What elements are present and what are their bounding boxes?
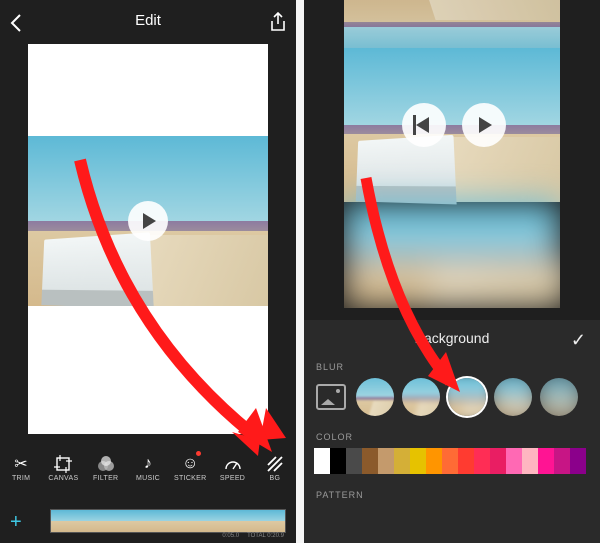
color-swatch-2[interactable] [346, 448, 362, 474]
color-swatch-4[interactable] [378, 448, 394, 474]
blur-option-0[interactable] [356, 378, 394, 416]
color-swatch-1[interactable] [330, 448, 346, 474]
color-swatch-6[interactable] [410, 448, 426, 474]
color-swatch-10[interactable] [474, 448, 490, 474]
section-blur-label: BLUR [316, 362, 600, 372]
tool-filter[interactable]: FILTER [85, 453, 127, 503]
mirror-bottom [344, 202, 560, 308]
color-swatch-13[interactable] [522, 448, 538, 474]
blur-option-2[interactable] [448, 378, 486, 416]
panel-title: Background [304, 320, 600, 346]
timeline-labels: 0:05.0TOTAL 0:20.9 [214, 533, 284, 539]
color-swatches [314, 448, 600, 474]
clip-strip[interactable] [50, 509, 286, 533]
tool-sticker[interactable]: ☺ STICKER [169, 453, 211, 503]
share-button[interactable] [270, 12, 286, 37]
color-swatch-14[interactable] [538, 448, 554, 474]
crop-icon [42, 453, 84, 475]
gauge-icon [211, 453, 253, 475]
video-preview-bg [344, 0, 560, 308]
video-preview [28, 44, 268, 434]
blur-option-1[interactable] [402, 378, 440, 416]
top-bar: Edit [0, 0, 296, 44]
color-swatch-5[interactable] [394, 448, 410, 474]
confirm-button[interactable]: ✓ [571, 330, 586, 351]
screen-background: Background ✓ BLUR COLOR PATTERN [304, 0, 600, 543]
note-icon: ♪ [127, 453, 169, 475]
tool-canvas[interactable]: CANVAS [42, 453, 84, 503]
color-swatch-7[interactable] [426, 448, 442, 474]
pick-image-button[interactable] [316, 384, 346, 410]
tool-speed[interactable]: SPEED [211, 453, 253, 503]
prev-clip-button[interactable] [402, 103, 446, 147]
video-frame [344, 48, 560, 202]
tool-bar: ✂ TRIM CANVAS FILTER ♪ MUSIC ☺ STICKER S… [0, 453, 296, 503]
blur-row [314, 378, 600, 416]
overlap-icon [85, 453, 127, 475]
tool-bg[interactable]: BG [254, 453, 296, 503]
color-swatch-9[interactable] [458, 448, 474, 474]
play-button[interactable] [462, 103, 506, 147]
hatch-icon [254, 453, 296, 475]
video-frame [28, 136, 268, 306]
scissors-icon: ✂ [0, 453, 42, 475]
tool-music[interactable]: ♪ MUSIC [127, 453, 169, 503]
smiley-icon: ☺ [169, 453, 211, 475]
color-swatch-11[interactable] [490, 448, 506, 474]
background-panel: Background ✓ BLUR COLOR PATTERN [304, 320, 600, 543]
color-swatch-15[interactable] [554, 448, 570, 474]
section-color-label: COLOR [316, 432, 600, 442]
add-clip-button[interactable]: + [10, 511, 22, 534]
color-swatch-3[interactable] [362, 448, 378, 474]
screen-edit: Edit ✂ TRIM CANVAS FILTER ♪ MUSIC ☺ [0, 0, 296, 543]
section-pattern-label: PATTERN [316, 490, 600, 500]
color-swatch-0[interactable] [314, 448, 330, 474]
tool-trim[interactable]: ✂ TRIM [0, 453, 42, 503]
play-button[interactable] [128, 201, 168, 241]
color-swatch-12[interactable] [506, 448, 522, 474]
blur-option-4[interactable] [540, 378, 578, 416]
page-title: Edit [0, 12, 296, 29]
color-swatch-8[interactable] [442, 448, 458, 474]
timeline: + 0:05.0TOTAL 0:20.9 [0, 503, 296, 543]
color-swatch-16[interactable] [570, 448, 586, 474]
blur-option-3[interactable] [494, 378, 532, 416]
